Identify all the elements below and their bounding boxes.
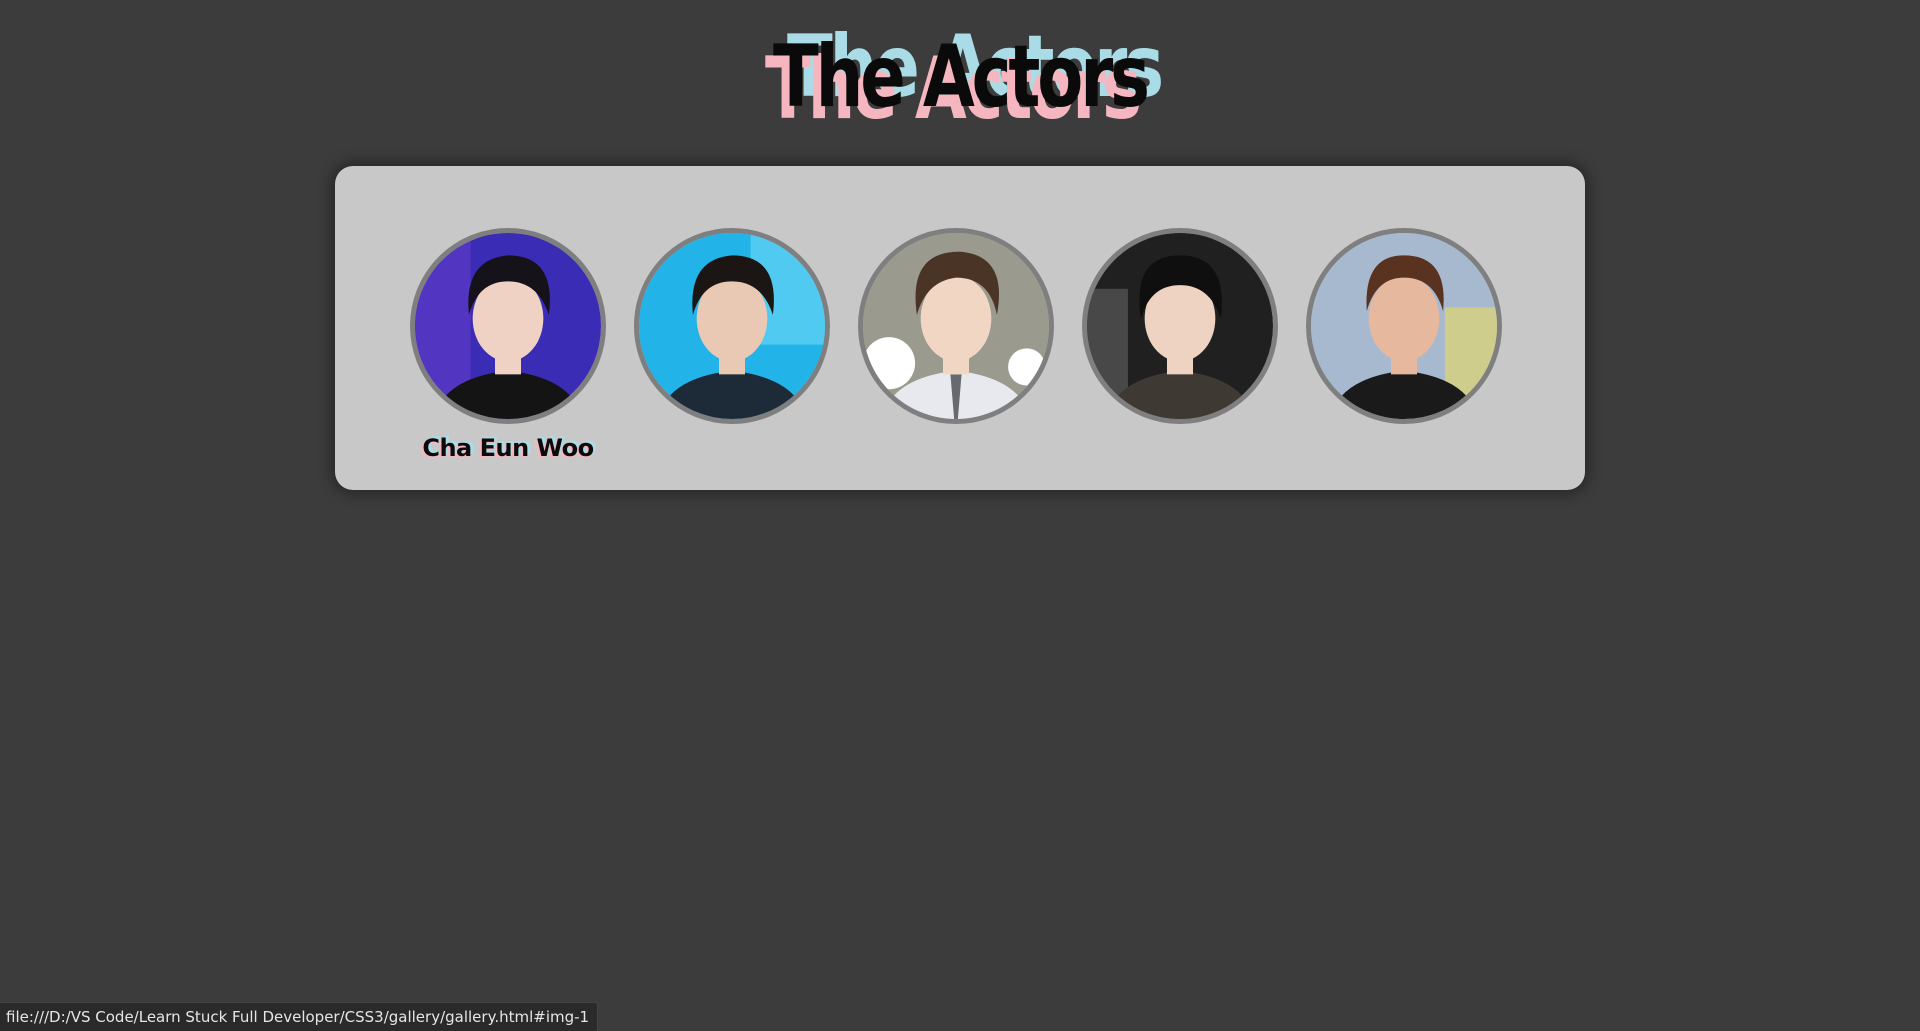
actor-thumb-4[interactable] bbox=[1082, 228, 1278, 424]
actor-caption-1: Cha Eun Woo Cha Eun Woo Cha Eun Woo bbox=[410, 428, 606, 468]
actor-portrait-1 bbox=[415, 233, 601, 419]
page-title-text: The Actors bbox=[772, 27, 1150, 127]
actor-thumb-3[interactable] bbox=[858, 228, 1054, 424]
actor-thumb-5[interactable] bbox=[1306, 228, 1502, 424]
actor-portrait-2 bbox=[639, 233, 825, 419]
actor-caption-text: Cha Eun Woo bbox=[422, 434, 594, 462]
actor-portrait-5 bbox=[1311, 233, 1497, 419]
page-title: The Actors The Actors The Actors bbox=[0, 17, 1920, 139]
status-bar-link-url: file:///D:/VS Code/Learn Stuck Full Deve… bbox=[0, 1002, 599, 1031]
actor-gallery: Cha Eun Woo Cha Eun Woo Cha Eun Woo bbox=[335, 166, 1585, 490]
actor-thumb-2[interactable] bbox=[634, 228, 830, 424]
actor-portrait-4 bbox=[1087, 233, 1273, 419]
actor-portrait-3 bbox=[863, 233, 1049, 419]
actor-thumb-1[interactable] bbox=[410, 228, 606, 424]
